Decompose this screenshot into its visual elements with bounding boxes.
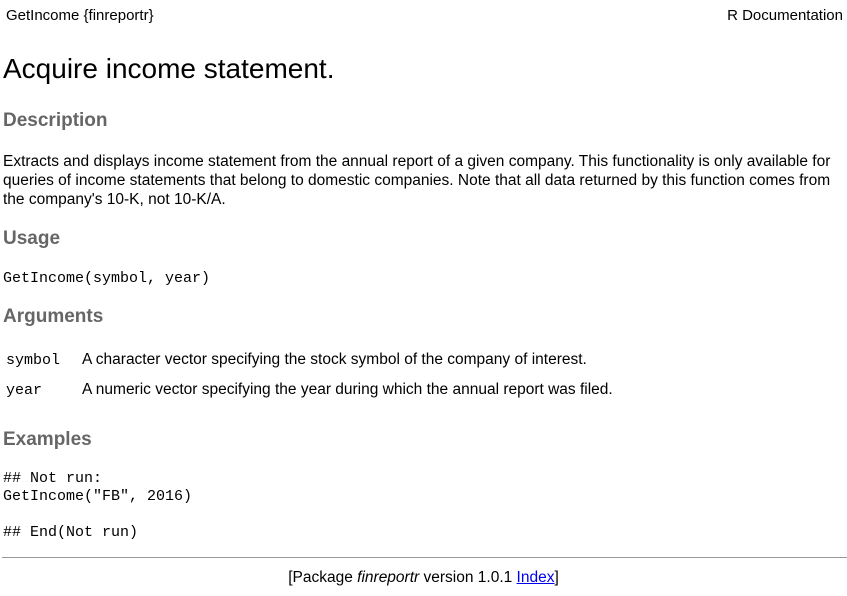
doc-type-label: R Documentation bbox=[727, 7, 843, 24]
argument-description: A numeric vector specifying the year dur… bbox=[82, 381, 613, 398]
index-link[interactable]: Index bbox=[517, 569, 555, 586]
arguments-heading: Arguments bbox=[3, 306, 104, 327]
description-text: Extracts and displays income statement f… bbox=[3, 153, 831, 208]
topic-label: GetIncome {finreportr} bbox=[6, 7, 154, 24]
page-title: Acquire income statement. bbox=[3, 53, 335, 84]
examples-heading: Examples bbox=[3, 429, 92, 450]
argument-name: symbol bbox=[6, 352, 61, 369]
package-name: finreportr bbox=[357, 569, 420, 586]
usage-code: GetIncome(symbol, year) bbox=[3, 270, 211, 287]
package-version: version 1.0.1 bbox=[419, 569, 517, 586]
package-footer: [Package finreportr version 1.0.1 Index] bbox=[0, 569, 847, 587]
footer-divider bbox=[2, 557, 847, 558]
page-header: GetIncome {finreportr} R Documentation bbox=[6, 7, 843, 27]
footer-prefix: [Package bbox=[288, 569, 358, 586]
usage-heading: Usage bbox=[3, 228, 61, 249]
argument-name: year bbox=[6, 382, 43, 399]
footer-suffix: ] bbox=[554, 569, 559, 586]
description-heading: Description bbox=[3, 110, 108, 131]
examples-code: ## Not run: GetIncome("FB", 2016) ## End… bbox=[3, 470, 193, 541]
help-page: GetIncome {finreportr} R Documentation A… bbox=[0, 0, 847, 596]
argument-description: A character vector specifying the stock … bbox=[82, 351, 587, 368]
